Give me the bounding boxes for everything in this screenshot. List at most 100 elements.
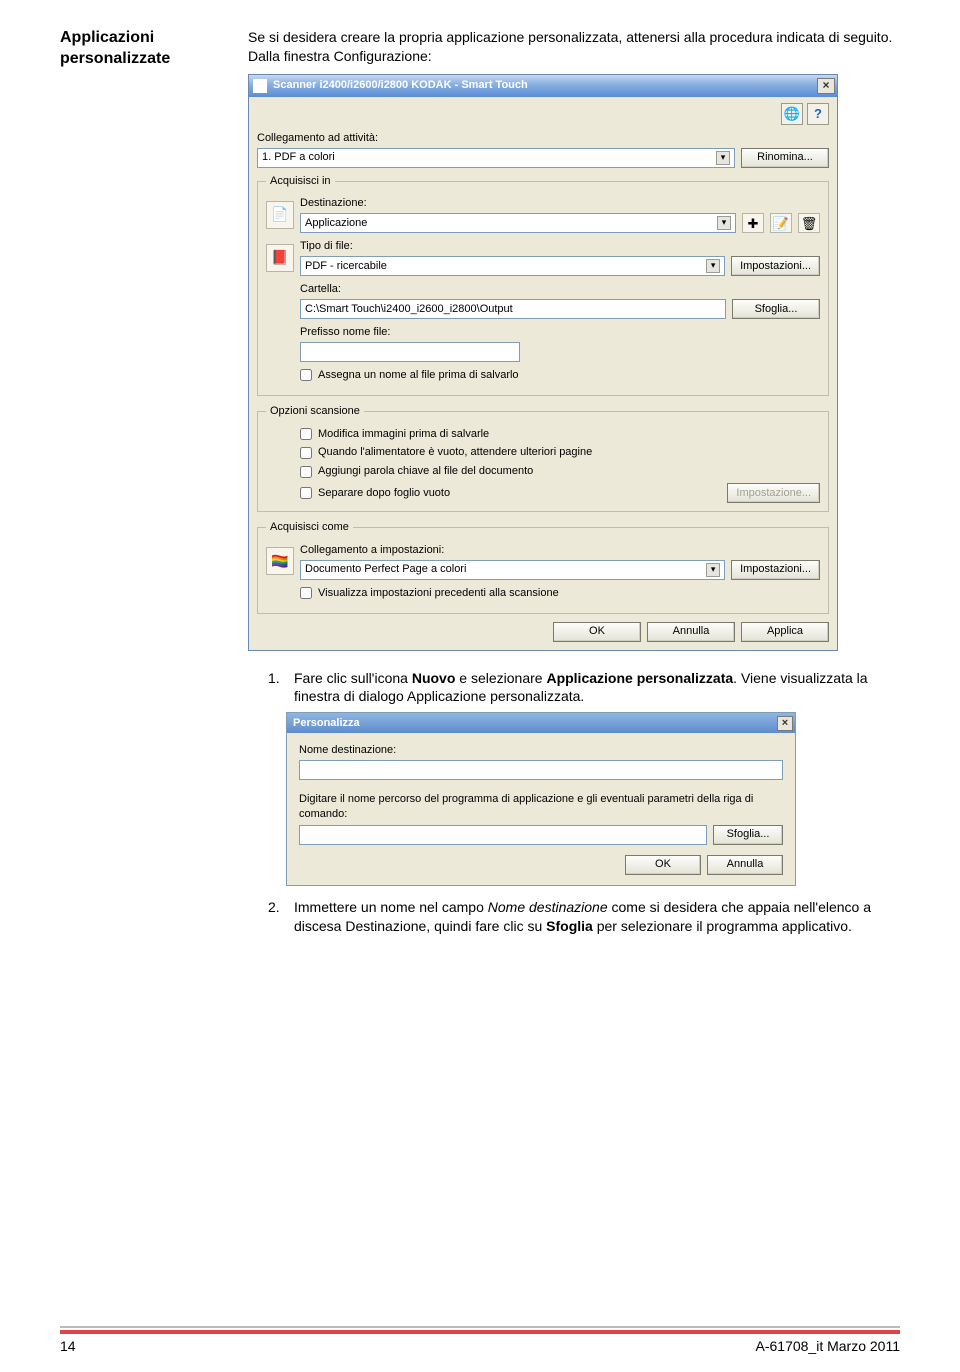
wait-pages-label: Quando l'alimentatore è vuoto, attendere… bbox=[318, 445, 592, 460]
dest-name-label: Nome destinazione: bbox=[299, 743, 783, 758]
scan-options-group: Opzioni scansione Modifica immagini prim… bbox=[257, 404, 829, 512]
checkbox-icon[interactable] bbox=[300, 428, 312, 440]
cancel-button[interactable]: Annulla bbox=[707, 855, 783, 875]
color-icon: 🏳️‍🌈 bbox=[266, 547, 294, 575]
wait-pages-checkbox[interactable]: Quando l'alimentatore è vuoto, attendere… bbox=[300, 445, 820, 460]
dest-name-input[interactable] bbox=[299, 760, 783, 780]
acquire-in-legend: Acquisisci in bbox=[266, 174, 335, 189]
filetype-combo[interactable]: PDF - ricercabile ▾ bbox=[300, 256, 725, 276]
apply-button[interactable]: Applica bbox=[741, 622, 829, 642]
filetype-settings-button[interactable]: Impostazioni... bbox=[731, 256, 820, 276]
plus-icon[interactable]: ✚ bbox=[742, 213, 764, 233]
checkbox-icon[interactable] bbox=[300, 447, 312, 459]
edit-icon[interactable]: 📝 bbox=[770, 213, 792, 233]
intro-text: Se si desidera creare la propria applica… bbox=[248, 28, 900, 66]
name-before-save-label: Assegna un nome al file prima di salvarl… bbox=[318, 368, 519, 383]
page: Applicazioni personalizzate Se si deside… bbox=[0, 0, 960, 1372]
close-icon[interactable]: × bbox=[817, 78, 835, 94]
folder-value: C:\Smart Touch\i2400_i2600_i2800\Output bbox=[305, 302, 513, 317]
dlg2-title: Personalizza bbox=[293, 716, 777, 731]
settings-link-combo[interactable]: Documento Perfect Page a colori ▾ bbox=[300, 560, 725, 580]
main-column: Se si desidera creare la propria applica… bbox=[248, 28, 900, 942]
step-2-text: Immettere un nome nel campo Nome destina… bbox=[294, 898, 900, 936]
keyword-label: Aggiungi parola chiave al file del docum… bbox=[318, 464, 533, 479]
name-before-save-checkbox[interactable]: Assegna un nome al file prima di salvarl… bbox=[300, 368, 820, 383]
ok-button[interactable]: OK bbox=[625, 855, 701, 875]
prefix-input[interactable] bbox=[300, 342, 520, 362]
activity-row: 1. PDF a colori ▾ Rinomina... bbox=[257, 148, 829, 168]
chevron-down-icon: ▾ bbox=[717, 216, 731, 230]
folder-input[interactable]: C:\Smart Touch\i2400_i2600_i2800\Output bbox=[300, 299, 726, 319]
doc-code: A-61708_it Marzo 2011 bbox=[756, 1338, 901, 1354]
document-icon: 📄 bbox=[266, 201, 294, 229]
checkbox-icon[interactable] bbox=[300, 487, 312, 499]
acquire-as-legend: Acquisisci come bbox=[266, 520, 353, 535]
filetype-row: 📕 Tipo di file: PDF - ricercabile ▾ Impo… bbox=[266, 239, 820, 276]
activity-value: 1. PDF a colori bbox=[262, 150, 335, 165]
checkbox-icon[interactable] bbox=[300, 466, 312, 478]
close-icon[interactable]: × bbox=[777, 716, 793, 731]
blank-settings-button: Impostazione... bbox=[727, 483, 820, 503]
separate-blank-checkbox[interactable]: Separare dopo foglio vuoto bbox=[300, 486, 450, 501]
titlebar: Scanner i2400/i2600/i2800 KODAK - Smart … bbox=[249, 75, 837, 97]
dlg2-footer-buttons: OK Annulla bbox=[299, 855, 783, 875]
ok-button[interactable]: OK bbox=[553, 622, 641, 642]
separate-blank-label: Separare dopo foglio vuoto bbox=[318, 486, 450, 501]
settings-link-row: 🏳️‍🌈 Collegamento a impostazioni: Docume… bbox=[266, 543, 820, 580]
show-settings-label: Visualizza impostazioni precedenti alla … bbox=[318, 586, 559, 601]
chevron-down-icon: ▾ bbox=[716, 151, 730, 165]
window-title: Scanner i2400/i2600/i2800 KODAK - Smart … bbox=[273, 78, 817, 93]
settings-link-label: Collegamento a impostazioni: bbox=[300, 543, 820, 558]
pdf-icon: 📕 bbox=[266, 244, 294, 272]
help-icon[interactable]: ? bbox=[807, 103, 829, 125]
settings-link-button[interactable]: Impostazioni... bbox=[731, 560, 820, 580]
keyword-checkbox[interactable]: Aggiungi parola chiave al file del docum… bbox=[300, 464, 820, 479]
chevron-down-icon: ▾ bbox=[706, 563, 720, 577]
activity-combo[interactable]: 1. PDF a colori ▾ bbox=[257, 148, 735, 168]
trash-icon[interactable]: 🗑 bbox=[798, 213, 820, 233]
step-1: 1. Fare clic sull'icona Nuovo e selezion… bbox=[268, 669, 900, 707]
filetype-label: Tipo di file: bbox=[300, 239, 820, 254]
checkbox-icon[interactable] bbox=[300, 369, 312, 381]
step-1-number: 1. bbox=[268, 669, 286, 707]
program-browse-button[interactable]: Sfoglia... bbox=[713, 825, 783, 845]
folder-browse-button[interactable]: Sfoglia... bbox=[732, 299, 820, 319]
edit-images-checkbox[interactable]: Modifica immagini prima di salvarle bbox=[300, 427, 820, 442]
destination-combo[interactable]: Applicazione ▾ bbox=[300, 213, 736, 233]
top-right-icons: 🌐 ? bbox=[257, 103, 829, 125]
destination-row: 📄 Destinazione: Applicazione ▾ ✚ 📝 bbox=[266, 196, 820, 233]
page-footer: 14 A-61708_it Marzo 2011 bbox=[60, 1330, 900, 1354]
side-heading: Applicazioni personalizzate bbox=[60, 28, 220, 942]
show-settings-checkbox[interactable]: Visualizza impostazioni precedenti alla … bbox=[300, 586, 820, 601]
dlg2-body: Nome destinazione: Digitare il nome perc… bbox=[287, 733, 795, 884]
customize-dialog: Personalizza × Nome destinazione: Digita… bbox=[286, 712, 796, 885]
edit-images-label: Modifica immagini prima di salvarle bbox=[318, 427, 489, 442]
page-number: 14 bbox=[60, 1338, 76, 1354]
settings-link-value: Documento Perfect Page a colori bbox=[305, 562, 466, 577]
globe-icon[interactable]: 🌐 bbox=[781, 103, 803, 125]
folder-label: Cartella: bbox=[300, 282, 820, 297]
cancel-button[interactable]: Annulla bbox=[647, 622, 735, 642]
acquire-in-group: Acquisisci in 📄 Destinazione: Applicazio… bbox=[257, 174, 829, 396]
config-window: Scanner i2400/i2600/i2800 KODAK - Smart … bbox=[248, 74, 838, 651]
step-2: 2. Immettere un nome nel campo Nome dest… bbox=[268, 898, 900, 936]
content-columns: Applicazioni personalizzate Se si deside… bbox=[60, 28, 900, 942]
acquire-as-group: Acquisisci come 🏳️‍🌈 Collegamento a impo… bbox=[257, 520, 829, 614]
window-body: 🌐 ? Collegamento ad attività: 1. PDF a c… bbox=[249, 97, 837, 650]
program-path-input[interactable] bbox=[299, 825, 707, 845]
dlg2-titlebar: Personalizza × bbox=[287, 713, 795, 733]
destination-label: Destinazione: bbox=[300, 196, 820, 211]
prefix-label: Prefisso nome file: bbox=[300, 325, 820, 340]
step-2-number: 2. bbox=[268, 898, 286, 936]
step-1-text: Fare clic sull'icona Nuovo e selezionare… bbox=[294, 669, 900, 707]
program-path-label: Digitare il nome percorso del programma … bbox=[299, 792, 783, 821]
app-icon bbox=[253, 79, 267, 93]
dialog-footer-buttons: OK Annulla Applica bbox=[257, 622, 829, 642]
destination-value: Applicazione bbox=[305, 216, 367, 231]
checkbox-icon[interactable] bbox=[300, 587, 312, 599]
chevron-down-icon: ▾ bbox=[706, 259, 720, 273]
filetype-value: PDF - ricercabile bbox=[305, 259, 387, 274]
activity-label: Collegamento ad attività: bbox=[257, 131, 829, 146]
rename-button[interactable]: Rinomina... bbox=[741, 148, 829, 168]
scan-options-legend: Opzioni scansione bbox=[266, 404, 364, 419]
